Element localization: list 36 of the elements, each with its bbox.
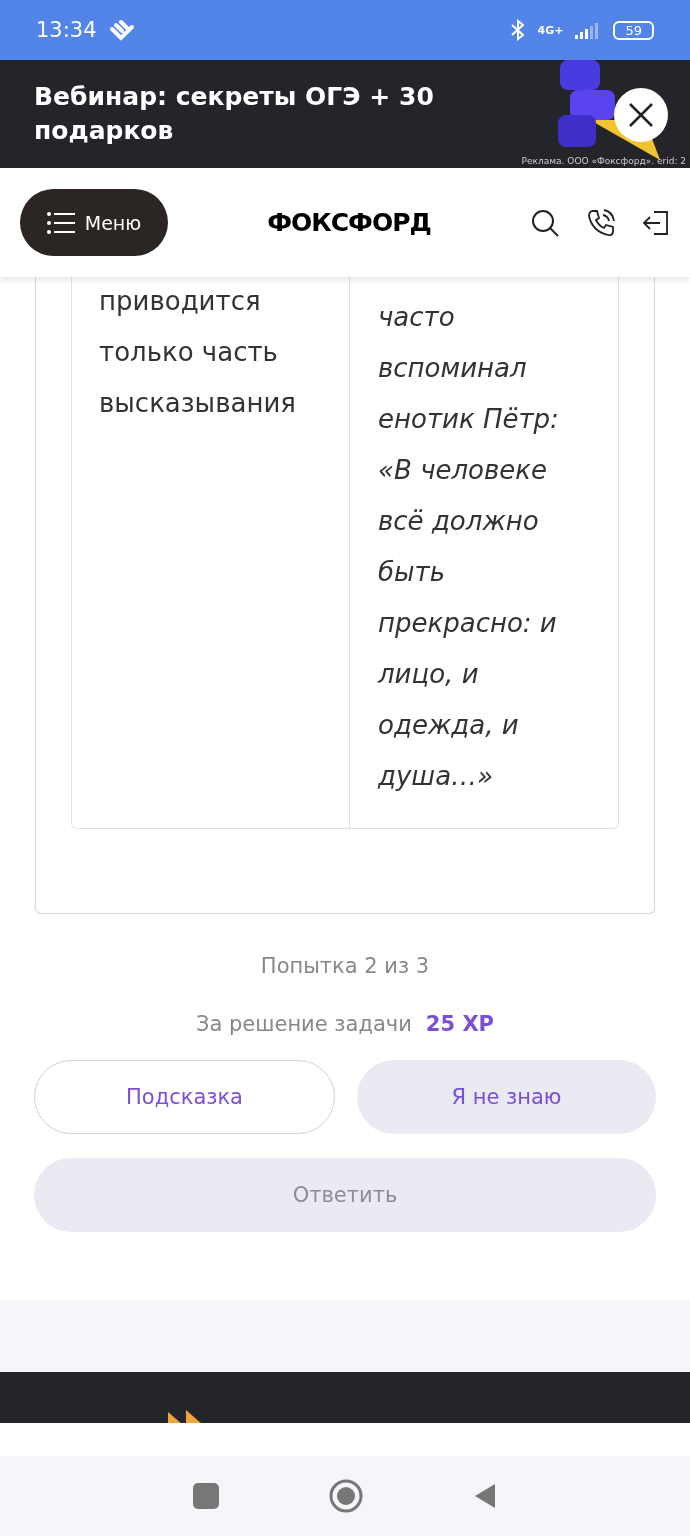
attempt-counter: Попытка 2 из 3 <box>260 954 430 978</box>
back-icon[interactable] <box>473 1482 497 1510</box>
menu-icon <box>46 211 75 234</box>
table-text: только часть <box>99 336 279 369</box>
quote-text: всё должно <box>378 505 540 538</box>
hint-button[interactable]: Подсказка <box>34 1060 335 1134</box>
menu-button[interactable]: Меню <box>20 189 168 256</box>
quote-text: одежда, и <box>378 709 520 742</box>
dont-know-button[interactable]: Я не знаю <box>357 1060 656 1134</box>
close-icon <box>628 102 654 128</box>
login-icon[interactable] <box>642 208 670 237</box>
quote-text: «В человеке <box>378 454 549 487</box>
network-label: 4G+ <box>537 23 564 37</box>
quote-text: часто <box>378 301 456 334</box>
table-text: приводится <box>99 285 262 318</box>
status-time: 13:34 <box>36 18 97 42</box>
quote-text: вспоминал <box>378 352 528 385</box>
recents-icon[interactable] <box>193 1483 219 1509</box>
table-text: высказывания <box>99 387 297 420</box>
quote-text: лицо, и <box>378 658 480 691</box>
ad-disclaimer: Реклама. ООО «Фоксфорд». erid: 2 <box>521 156 686 166</box>
ad-banner[interactable]: Вебинар: секреты ОГЭ + 30 подарков Реклама. ООО «Фоксфорд». erid: 2 <box>0 60 690 168</box>
reward-points: 25 XP <box>425 1012 494 1036</box>
reward-label: За решение задачи <box>196 1012 412 1036</box>
close-button[interactable] <box>614 88 668 142</box>
phone-icon[interactable] <box>586 207 616 238</box>
logo: ФОКСФОРД <box>266 208 432 237</box>
home-icon[interactable] <box>329 1479 363 1513</box>
battery-level: 59 <box>613 20 654 40</box>
quote-text: енотик Пётр: <box>378 403 560 436</box>
quote-text: быть <box>378 556 447 589</box>
quote-text: душа…» <box>378 760 495 793</box>
ad-title: Вебинар: секреты ОГЭ + 30 подарков <box>34 81 435 147</box>
quote-text: прекрасно: и <box>378 607 558 640</box>
bluetooth-icon <box>509 19 526 41</box>
search-icon[interactable] <box>530 207 560 238</box>
